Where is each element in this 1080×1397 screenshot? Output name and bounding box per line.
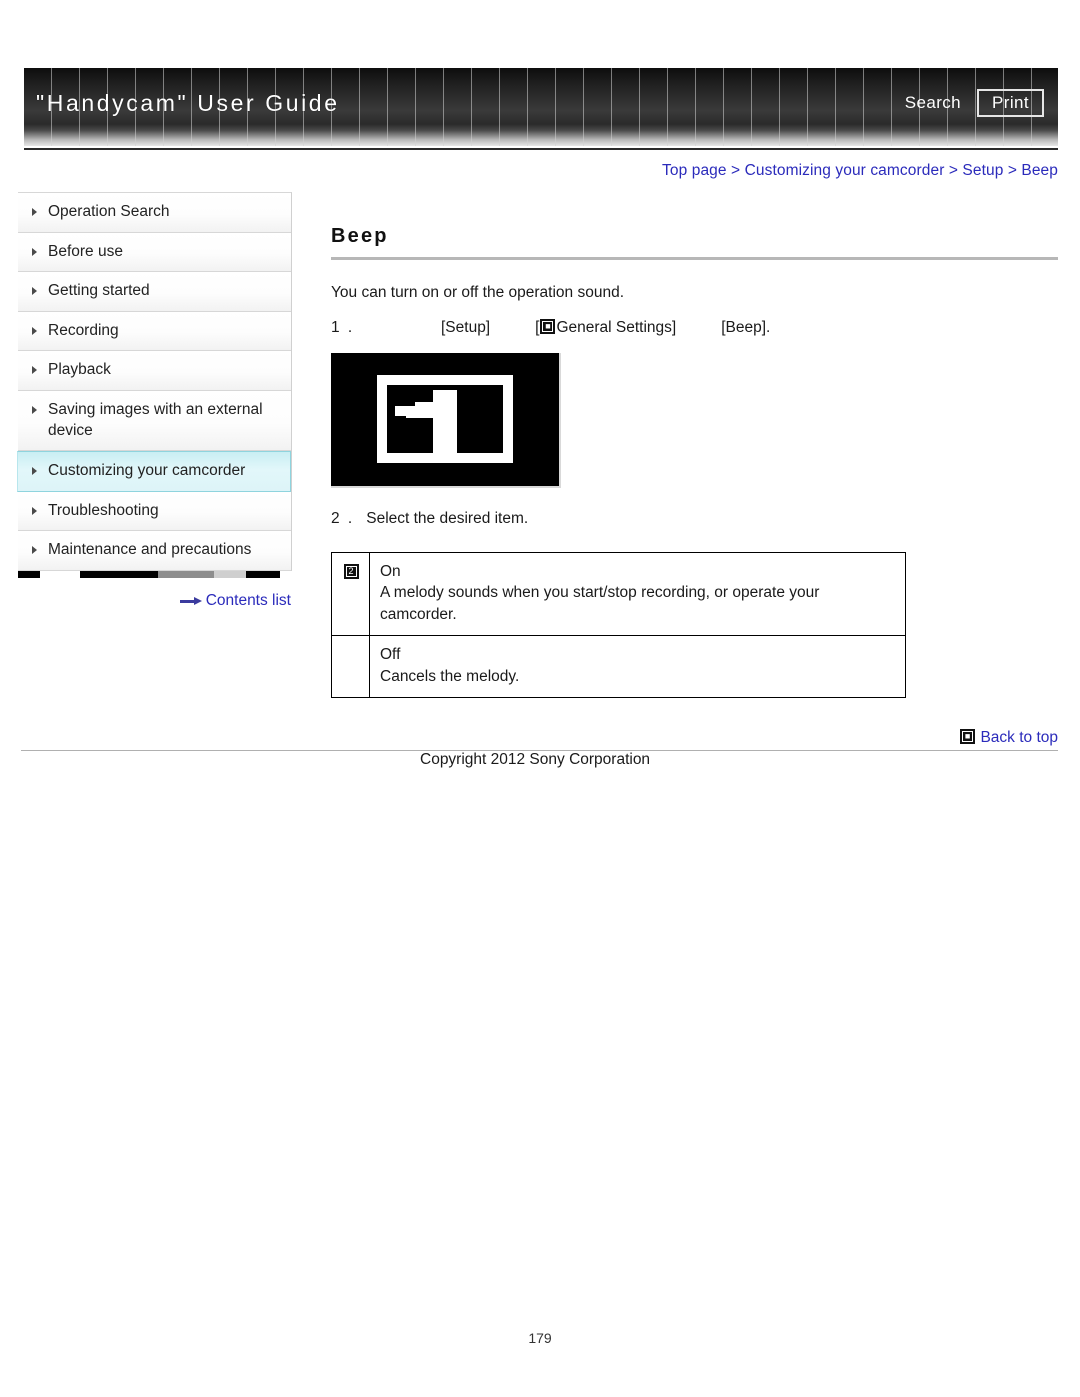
- bullet-icon: [32, 467, 37, 476]
- sidebar-item-playback[interactable]: Playback: [18, 351, 291, 392]
- sidebar-item-operation-search[interactable]: Operation Search: [18, 193, 291, 233]
- option-cell-off: Off Cancels the melody.: [369, 635, 906, 698]
- header-banner: "Handycam" User Guide Search Print: [24, 68, 1058, 146]
- sidebar-item-recording[interactable]: Recording: [18, 311, 291, 352]
- bullet-icon: [32, 247, 37, 256]
- table-row: 2 On A melody sounds when you start/stop…: [331, 551, 906, 637]
- option-marker-cell-empty: [331, 635, 370, 698]
- bullet-icon: [32, 406, 37, 415]
- sidebar-item-label: Getting started: [48, 282, 150, 300]
- sidebar-item-getting-started[interactable]: Getting started: [18, 272, 291, 312]
- screen-glyph-icon: [395, 390, 457, 457]
- sidebar-item-label: Customizing your camcorder: [48, 462, 246, 480]
- page-title: Beep: [331, 225, 389, 247]
- print-button[interactable]: Print: [977, 89, 1044, 117]
- step-1-number: 1 .: [331, 319, 355, 336]
- camcorder-screen-illustration: [331, 353, 561, 488]
- option-marker-icon: 2: [343, 564, 359, 579]
- step-1-setup: [Setup]: [441, 319, 491, 336]
- header-divider: [24, 148, 1058, 150]
- back-to-top-icon: ■: [960, 729, 976, 744]
- bracket-open: [: [535, 319, 540, 336]
- sidebar-item-label: Before use: [48, 242, 123, 260]
- sidebar-item-label: Saving images with an external device: [48, 401, 263, 439]
- bullet-icon: [32, 326, 37, 335]
- main-content: Beep You can turn on or off the operatio…: [331, 225, 1058, 698]
- bullet-icon: [32, 287, 37, 296]
- page-number: 179: [528, 1330, 552, 1346]
- sidebar-item-troubleshooting[interactable]: Troubleshooting: [18, 491, 291, 532]
- sidebar-item-maintenance-and-precautions[interactable]: Maintenance and precautions: [18, 531, 291, 572]
- sidebar-item-label: Troubleshooting: [48, 501, 159, 519]
- back-to-top-link[interactable]: ■ Back to top: [959, 729, 1058, 747]
- step-1-general-settings: [■ General Settings]: [535, 319, 676, 337]
- search-button[interactable]: Search: [905, 93, 961, 113]
- sidebar-item-before-use[interactable]: Before use: [18, 232, 291, 273]
- table-row: Off Cancels the melody.: [331, 635, 906, 698]
- step-2-text: Select the desired item.: [366, 510, 529, 527]
- options-table: 2 On A melody sounds when you start/stop…: [331, 551, 906, 698]
- bullet-icon: [32, 208, 37, 216]
- sidebar-footer-bar: [18, 571, 292, 579]
- header-actions: Search Print: [905, 89, 1044, 117]
- contents-list-label: Contents list: [205, 592, 291, 610]
- sidebar-list: Operation Search Before use Getting star…: [17, 192, 292, 572]
- option-description: A melody sounds when you start/stop reco…: [380, 584, 820, 623]
- option-name: On: [380, 563, 401, 580]
- app-title: "Handycam" User Guide: [36, 90, 340, 116]
- step-1-general-settings-label: General Settings]: [556, 319, 677, 336]
- arrow-right-icon: [179, 596, 202, 606]
- sidebar: Operation Search Before use Getting star…: [17, 192, 292, 610]
- bullet-icon: [32, 366, 37, 375]
- copyright-text: Copyright 2012 Sony Corporation: [420, 751, 651, 768]
- page-root: "Handycam" User Guide Search Print Top p…: [0, 0, 1080, 1397]
- step-1-beep: [Beep].: [721, 319, 771, 336]
- general-settings-icon: ■: [540, 319, 556, 334]
- sidebar-item-customizing-your-camcorder[interactable]: Customizing your camcorder: [17, 451, 291, 492]
- breadcrumb[interactable]: Top page > Customizing your camcorder > …: [662, 162, 1058, 180]
- contents-list-link[interactable]: Contents list: [18, 592, 292, 610]
- sidebar-item-saving-images[interactable]: Saving images with an external device: [18, 391, 291, 452]
- option-description: Cancels the melody.: [380, 667, 520, 685]
- step-2: 2 . Select the desired item.: [331, 510, 1058, 528]
- option-marker-glyph: 2: [348, 566, 354, 576]
- bullet-icon: [32, 506, 37, 515]
- option-marker-cell: 2: [331, 551, 370, 637]
- option-cell-on: On A melody sounds when you start/stop r…: [369, 551, 906, 637]
- back-to-top-label: Back to top: [980, 729, 1058, 746]
- sidebar-item-label: Operation Search: [48, 203, 170, 220]
- intro-paragraph: You can turn on or off the operation sou…: [331, 284, 625, 301]
- bullet-icon: [32, 546, 37, 555]
- sidebar-item-label: Playback: [48, 361, 111, 379]
- step-1: 1 . [Setup] [■ General Settings] [Beep].: [331, 319, 1058, 337]
- option-name: Off: [380, 646, 401, 664]
- step-2-number: 2 .: [331, 510, 355, 527]
- sidebar-item-label: Recording: [48, 321, 119, 339]
- sidebar-item-label: Maintenance and precautions: [48, 541, 252, 559]
- title-divider: [331, 257, 1058, 260]
